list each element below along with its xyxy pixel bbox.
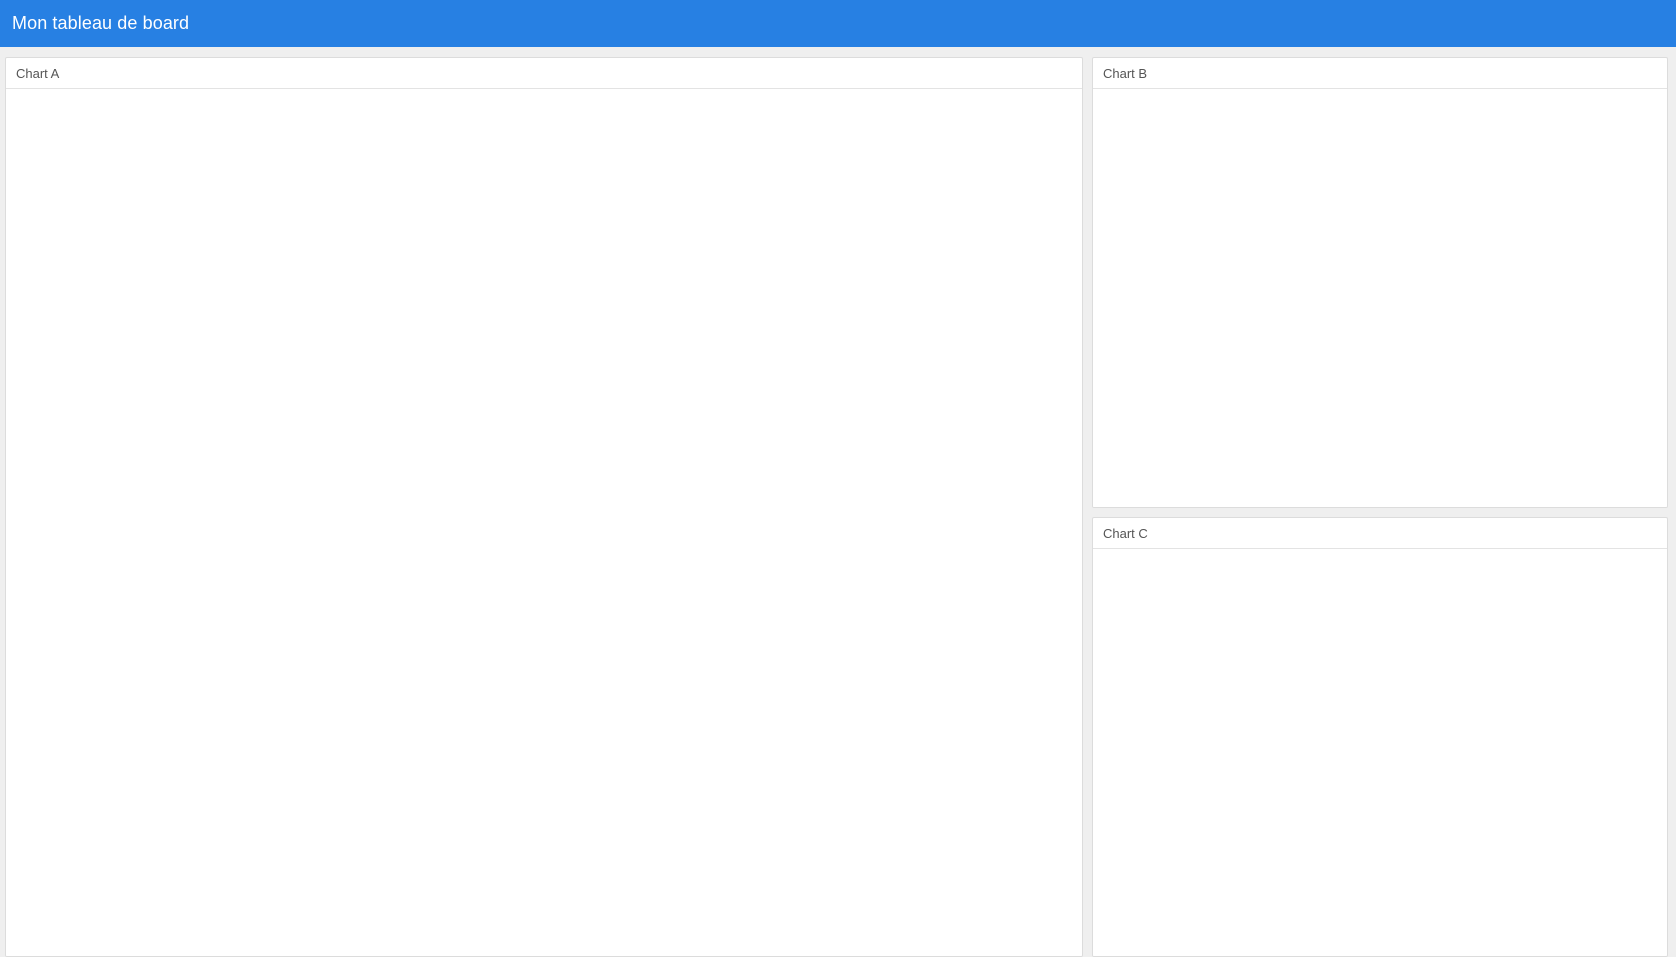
chart-a-body — [6, 89, 1082, 956]
chart-b-body — [1093, 89, 1667, 507]
navbar: Mon tableau de board — [0, 0, 1676, 47]
chart-a-card: Chart A — [5, 57, 1083, 957]
chart-c-header: Chart C — [1093, 518, 1667, 549]
chart-c-card: Chart C — [1092, 517, 1668, 957]
chart-b-card: Chart B — [1092, 57, 1668, 508]
chart-a-header: Chart A — [6, 58, 1082, 89]
chart-c-body — [1093, 549, 1667, 956]
chart-c-title: Chart C — [1103, 525, 1148, 541]
chart-b-header: Chart B — [1093, 58, 1667, 89]
chart-a-title: Chart A — [16, 65, 60, 81]
chart-b-title: Chart B — [1103, 65, 1148, 81]
dashboard-title: Mon tableau de board — [12, 13, 190, 33]
